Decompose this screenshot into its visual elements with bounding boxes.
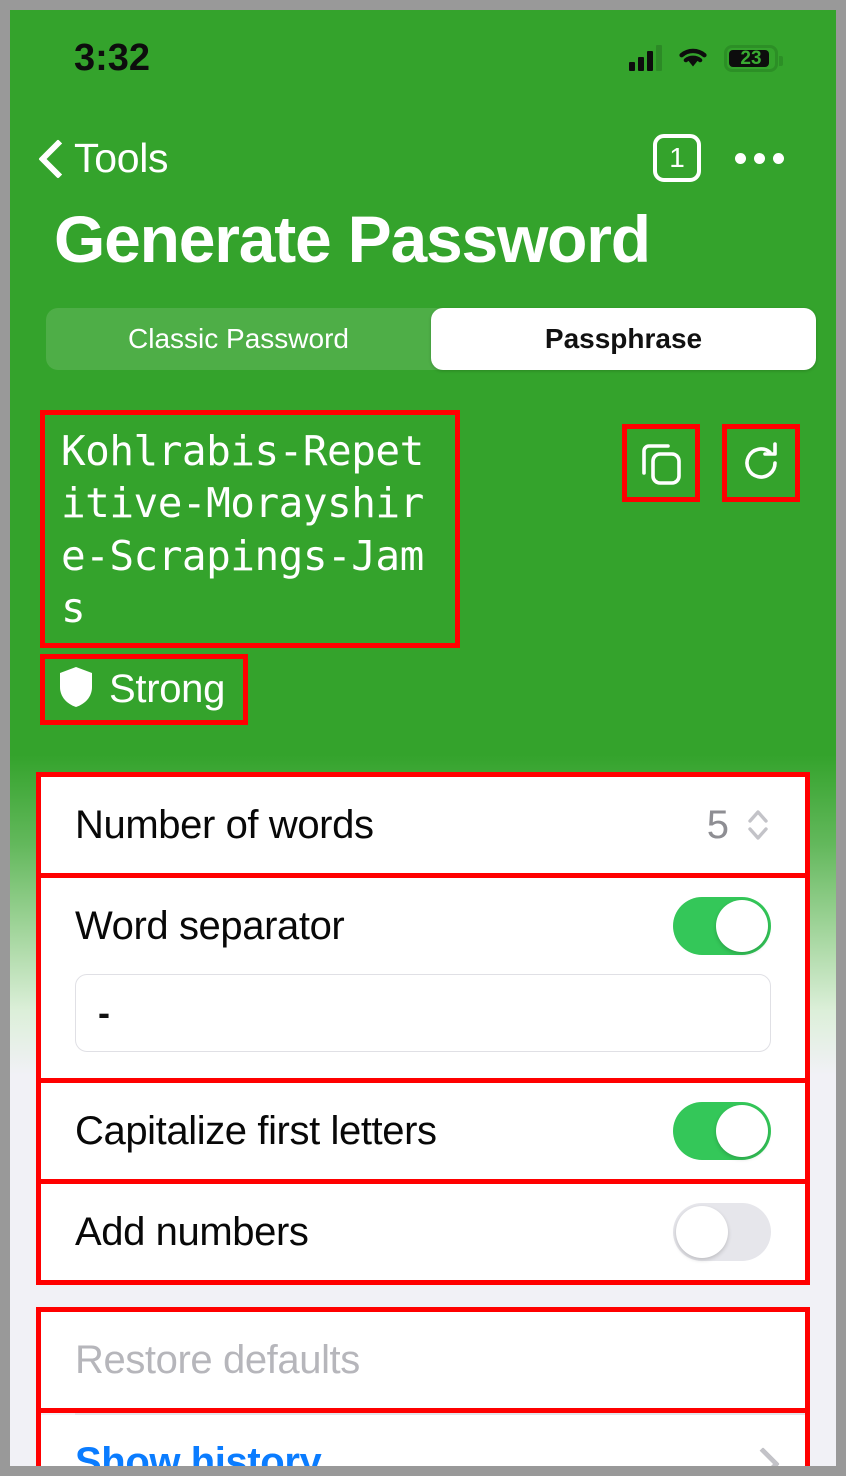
tab-passphrase[interactable]: Passphrase [431,308,816,370]
tab-count-badge[interactable]: 1 [653,134,701,182]
copy-password-button[interactable] [622,424,700,502]
chevron-right-icon [751,1446,771,1467]
password-strength-badge: Strong [40,654,249,725]
word-separator-label: Word separator [75,903,345,948]
chevron-left-icon [40,139,62,177]
row-number-of-words[interactable]: Number of words 5 [41,777,805,873]
status-bar: 3:32 23 [10,10,836,106]
toggle-knob [676,1206,728,1258]
annotation-box-number-of-words: Number of words 5 [36,772,810,878]
add-numbers-toggle[interactable] [673,1203,771,1261]
cellular-bars-icon [629,45,662,71]
generated-password-box[interactable]: Kohlrabis-Repetitive-Morayshire-Scraping… [40,410,460,648]
settings-list: Number of words 5 Word separator - Capit… [10,772,836,1466]
tab-count-label: 1 [669,142,685,173]
word-separator-toggle[interactable] [673,897,771,955]
phone-screen: 3:32 23 Tools 1 Generate Password Classi… [10,10,836,1466]
refresh-icon [737,439,785,487]
shield-icon [57,665,95,714]
add-numbers-label: Add numbers [75,1209,309,1254]
row-capitalize-first-letters[interactable]: Capitalize first letters [41,1083,805,1179]
chevron-up-down-icon[interactable] [745,803,771,847]
regenerate-password-button[interactable] [722,424,800,502]
row-add-numbers[interactable]: Add numbers [41,1184,805,1280]
settings-group-primary: Number of words 5 Word separator - Capit… [36,772,810,1285]
word-separator-input-row: - [41,974,805,1078]
show-history-label: Show history [75,1440,322,1466]
status-time: 3:32 [74,36,151,79]
annotation-box-show-history: Show history [36,1413,810,1466]
row-word-separator[interactable]: Word separator [41,878,805,974]
capitalize-label: Capitalize first letters [75,1108,437,1153]
page-title: Generate Password [54,202,651,276]
back-button-label: Tools [74,134,169,181]
row-show-history[interactable]: Show history [41,1414,805,1467]
tab-classic-password[interactable]: Classic Password [46,308,431,370]
ellipsis-icon[interactable] [735,152,784,164]
capitalize-toggle[interactable] [673,1102,771,1160]
settings-group-actions: Restore defaults Show history [36,1307,810,1466]
restore-defaults-label: Restore defaults [75,1337,360,1382]
annotation-box-restore-defaults: Restore defaults [36,1307,810,1413]
wifi-icon [676,43,710,74]
status-icons: 23 [629,43,783,74]
annotation-box-word-separator: Word separator - [36,878,810,1083]
toggle-knob [716,900,768,952]
copy-icon [638,439,684,487]
annotation-box-add-numbers: Add numbers [36,1184,810,1285]
row-restore-defaults[interactable]: Restore defaults [41,1312,805,1408]
number-of-words-label: Number of words [75,802,374,847]
toggle-knob [716,1105,768,1157]
word-separator-input[interactable]: - [75,974,771,1052]
number-of-words-value: 5 [706,802,729,847]
number-of-words-stepper[interactable]: 5 [707,803,771,848]
password-action-buttons [622,424,800,502]
nav-bar-actions: 1 [653,134,784,182]
password-strength-label: Strong [109,667,226,711]
navigation-bar: Tools 1 [10,114,836,202]
battery-percent-label: 23 [740,47,762,69]
annotation-box-capitalize: Capitalize first letters [36,1083,810,1184]
battery-icon: 23 [724,44,783,72]
password-type-segmented-control: Classic Password Passphrase [46,308,816,370]
generated-password-text: Kohlrabis-Repetitive-Morayshire-Scraping… [61,427,424,633]
back-button[interactable]: Tools [40,134,169,182]
generated-password-row: Kohlrabis-Repetitive-Morayshire-Scraping… [10,410,836,648]
